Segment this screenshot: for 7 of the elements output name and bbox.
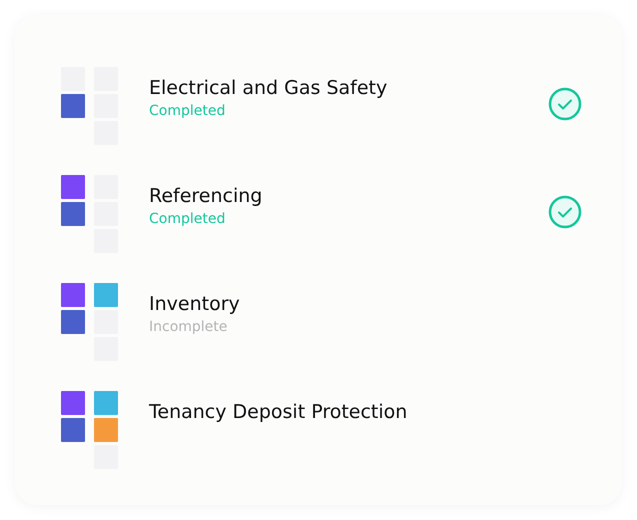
step-title: Electrical and Gas Safety [149, 77, 388, 99]
step-status: Incomplete [149, 319, 228, 335]
step-status: Completed [149, 211, 226, 227]
step-title: Inventory [149, 293, 241, 315]
step-title: Tenancy Deposit Protection [149, 401, 408, 423]
step-title: Referencing [149, 185, 264, 207]
step-status: Completed [149, 103, 226, 119]
